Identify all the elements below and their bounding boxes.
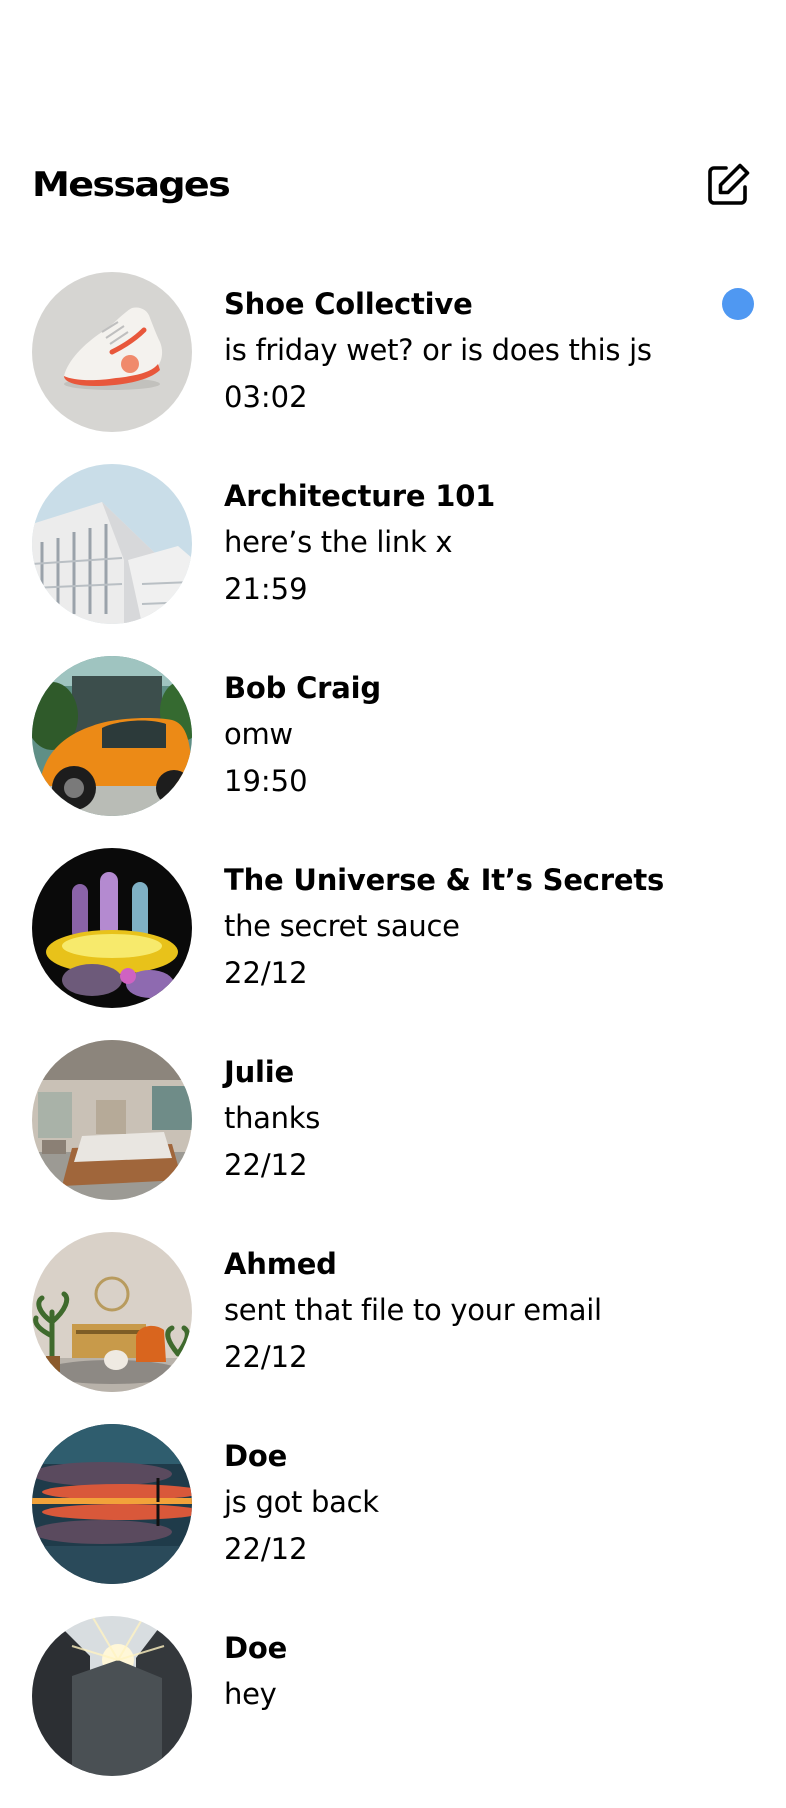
conversation-row[interactable]: Shoe Collective is friday wet? or is doe… <box>32 272 754 432</box>
conversation-meta: Bob Craig omw 19:50 <box>224 666 754 804</box>
compose-icon <box>708 163 750 205</box>
conversation-preview: hey <box>224 1677 277 1711</box>
sneaker-photo-avatar <box>32 272 192 432</box>
building-photo-avatar <box>32 464 192 624</box>
unread-indicator <box>722 288 754 320</box>
conversation-preview: the secret sauce <box>224 909 460 943</box>
conversation-preview: here’s the link x <box>224 525 453 559</box>
page-title: Messages <box>32 165 231 205</box>
conversation-row[interactable]: Bob Craig omw 19:50 <box>32 656 754 816</box>
conversation-name: The Universe & It’s Secrets <box>224 863 665 897</box>
mountain-photo-avatar <box>32 1616 192 1776</box>
conversation-preview: is friday wet? or is does this js <box>224 333 652 367</box>
conversation-row[interactable]: Doe hey <box>32 1616 754 1776</box>
sunset-photo-avatar <box>32 1424 192 1584</box>
conversation-name: Ahmed <box>224 1247 337 1281</box>
conversation-meta: Julie thanks 22/12 <box>224 1050 754 1188</box>
header: Messages <box>32 155 754 215</box>
conversation-name: Shoe Collective <box>224 287 473 321</box>
conversation-time: 22/12 <box>224 956 308 990</box>
conversation-meta: Doe hey <box>224 1626 754 1764</box>
orange-car-photo-avatar <box>32 656 192 816</box>
conversation-name: Architecture 101 <box>224 479 496 513</box>
conversation-time: 22/12 <box>224 1532 308 1566</box>
chrome-hand-photo-avatar <box>32 848 192 1008</box>
conversation-row[interactable]: Architecture 101 here’s the link x 21:59 <box>32 464 754 624</box>
conversation-meta: Architecture 101 here’s the link x 21:59 <box>224 474 754 612</box>
conversation-row[interactable]: Doe js got back 22/12 <box>32 1424 754 1584</box>
conversation-preview: omw <box>224 717 293 751</box>
living-room-photo-avatar <box>32 1232 192 1392</box>
conversation-meta: The Universe & It’s Secrets the secret s… <box>224 858 754 996</box>
conversation-preview: js got back <box>224 1485 379 1519</box>
conversation-row[interactable]: Ahmed sent that file to your email 22/12 <box>32 1232 754 1392</box>
conversation-time <box>224 1718 754 1764</box>
conversation-name: Julie <box>224 1055 294 1089</box>
conversation-row[interactable]: The Universe & It’s Secrets the secret s… <box>32 848 754 1008</box>
conversation-time: 03:02 <box>224 380 308 414</box>
conversation-meta: Doe js got back 22/12 <box>224 1434 754 1572</box>
conversation-meta: Shoe Collective is friday wet? or is doe… <box>224 282 754 420</box>
compose-button[interactable] <box>702 159 754 211</box>
conversation-preview: sent that file to your email <box>224 1293 602 1327</box>
conversation-time: 21:59 <box>224 572 308 606</box>
conversation-time: 22/12 <box>224 1340 308 1374</box>
conversation-preview: thanks <box>224 1101 321 1135</box>
bedroom-photo-avatar <box>32 1040 192 1200</box>
conversation-name: Doe <box>224 1439 288 1473</box>
conversation-name: Doe <box>224 1631 288 1665</box>
conversation-time: 22/12 <box>224 1148 308 1182</box>
conversation-time: 19:50 <box>224 764 308 798</box>
conversation-row[interactable]: Julie thanks 22/12 <box>32 1040 754 1200</box>
conversation-name: Bob Craig <box>224 671 381 705</box>
conversation-meta: Ahmed sent that file to your email 22/12 <box>224 1242 754 1380</box>
conversation-list: Shoe Collective is friday wet? or is doe… <box>32 272 754 1808</box>
